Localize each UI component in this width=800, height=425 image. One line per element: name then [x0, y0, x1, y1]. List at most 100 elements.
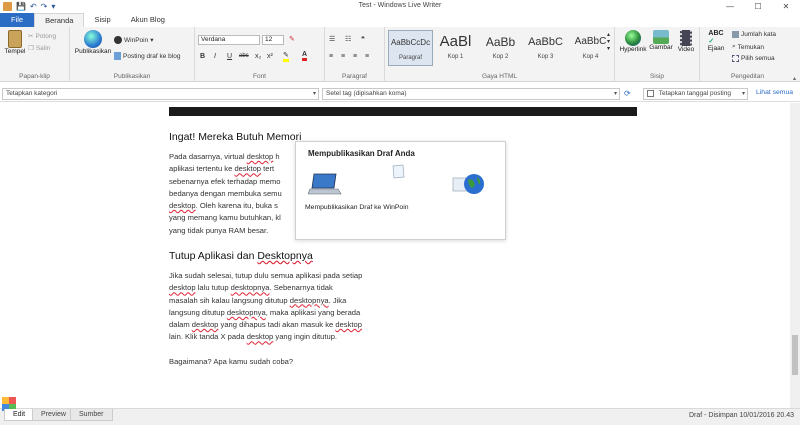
tab-edit-view[interactable]: Edit: [4, 409, 35, 421]
align-right-icon[interactable]: ≡: [353, 53, 357, 60]
clear-format-icon[interactable]: ✎: [289, 35, 295, 43]
highlight-icon[interactable]: ✎: [283, 51, 289, 62]
find-icon: ⌕: [732, 43, 736, 50]
style-heading-3[interactable]: AaBbC Kop 3: [523, 30, 568, 66]
video-button[interactable]: Video: [675, 30, 697, 53]
tags-input[interactable]: Setel tag (dipisahkan koma) ▾: [322, 88, 620, 100]
scrollbar-thumb[interactable]: [792, 335, 798, 375]
copy-button[interactable]: ❐ Salin: [28, 44, 50, 53]
underline-button[interactable]: U: [227, 53, 232, 60]
insert-group-label: Sisip: [649, 73, 665, 80]
spelling-button[interactable]: ABC ✓ Ejaan: [704, 30, 728, 52]
document-page-icon: [392, 164, 405, 179]
font-color-icon[interactable]: A: [302, 51, 308, 61]
see-all-link[interactable]: Lihat semua: [756, 89, 793, 96]
tab-insert[interactable]: Sisip: [84, 13, 120, 27]
article-paragraph-1: Pada dasarnya, virtual desktop h aplikas…: [169, 151, 282, 237]
align-center-icon[interactable]: ≡: [341, 53, 345, 60]
paste-label: Tempel: [4, 48, 26, 55]
globe-icon: [452, 174, 484, 194]
cut-button[interactable]: ✂ Potong: [28, 32, 56, 41]
bold-button[interactable]: B: [200, 53, 205, 60]
app-icon: [3, 2, 12, 11]
redo-icon[interactable]: ↷: [41, 2, 48, 12]
article-paragraph-2: Jika sudah selesai, tutup dulu semua apl…: [169, 270, 362, 344]
clipboard-group-label: Papan-klip: [19, 73, 50, 80]
select-all-button[interactable]: Pilih semua: [732, 55, 775, 62]
hyperlink-button[interactable]: Hyperlink: [618, 30, 648, 53]
publish-progress-dialog: Mempublikasikan Draf Anda Mempublikasika…: [295, 141, 506, 240]
group-editing: ABC ✓ Ejaan Jumlah kata ⌕ Temukan Pilih s…: [700, 27, 795, 82]
window-title: Test - Windows Live Writer: [358, 2, 442, 9]
post-date-field[interactable]: Tetapkan tanggal posting ▾: [643, 88, 748, 100]
quick-access-toolbar: 💾 ↶ ↷ ▾: [0, 2, 55, 12]
word-count-icon: [732, 31, 739, 38]
draft-status-text: Draf - Disimpan 10/01/2016 20.43: [688, 412, 794, 419]
numbered-list-icon[interactable]: ☷: [345, 35, 351, 43]
text-line: desktop lalu tutup desktopnya. Sebenarny…: [169, 283, 333, 293]
maximize-button[interactable]: ☐: [744, 0, 772, 13]
copy-icon: ❐: [28, 45, 34, 52]
font-size-select[interactable]: 12: [262, 35, 284, 45]
publish-label: Publikasikan: [74, 48, 112, 55]
ribbon-collapse-icon[interactable]: ▴: [793, 75, 796, 82]
style-heading-2[interactable]: AaBb Kop 2: [478, 30, 523, 66]
post-draft-button[interactable]: Posting draf ke blog: [114, 52, 180, 60]
article-heading-1: Ingat! Mereka Butuh Memori: [169, 131, 302, 143]
chevron-down-icon: ▾: [613, 91, 617, 97]
picture-button[interactable]: Gambar: [649, 30, 673, 51]
subscript-button[interactable]: x₂: [255, 53, 261, 60]
superscript-button[interactable]: x²: [267, 53, 273, 60]
font-family-select[interactable]: Verdana: [198, 35, 260, 45]
ribbon-tabs: File Beranda Sisip Akun Blog: [0, 13, 800, 27]
winpoin-icon: [114, 36, 122, 44]
picture-icon: [653, 30, 669, 44]
text-line: Pada dasarnya, virtual desktop h: [169, 152, 280, 161]
minimize-button[interactable]: —: [716, 0, 744, 13]
text-line: lain. Klik tanda X pada desktop yang ing…: [169, 332, 338, 342]
tab-home[interactable]: Beranda: [34, 13, 85, 27]
clipboard-icon: [8, 30, 22, 48]
blockquote-icon[interactable]: ❝: [361, 35, 365, 43]
save-icon[interactable]: 💾: [16, 2, 26, 12]
date-checkbox[interactable]: [647, 89, 654, 97]
customize-icon[interactable]: ▾: [51, 2, 55, 12]
bullet-list-icon[interactable]: ☰: [329, 35, 335, 43]
group-clipboard: Tempel ✂ Potong ❐ Salin Papan-klip: [0, 27, 70, 82]
tab-source-view[interactable]: Sumber: [70, 409, 113, 421]
embedded-screenshot-image: [169, 107, 637, 116]
strikethrough-button[interactable]: abc: [239, 53, 249, 59]
group-html-style: AaBbCcDc Paragraf AaBl Kop 1 AaBb Kop 2 …: [385, 27, 615, 82]
text-line: dalam desktop yang dihapus tadi akan mas…: [169, 320, 362, 330]
find-button[interactable]: ⌕ Temukan: [732, 43, 764, 51]
title-bar: 💾 ↶ ↷ ▾ Test - Windows Live Writer — ☐ ✕: [0, 0, 800, 13]
text-line: aplikasi tertentu ke desktop tert: [169, 164, 275, 174]
style-paragraph[interactable]: AaBbCcDc Paragraf: [388, 30, 433, 66]
post-properties-bar: Tetapkan kategori ▾ Setel tag (dipisahka…: [0, 86, 800, 102]
globe-icon: [84, 30, 102, 48]
justify-icon[interactable]: ≡: [365, 53, 369, 60]
undo-icon[interactable]: ↶: [30, 2, 37, 12]
chevron-down-icon: ▾: [741, 91, 745, 97]
window-controls: — ☐ ✕: [716, 0, 800, 13]
status-bar: Edit Preview Sumber Draf - Disimpan 10/0…: [0, 397, 800, 425]
paste-button[interactable]: Tempel: [4, 30, 26, 55]
align-left-icon[interactable]: ≡: [329, 53, 333, 60]
spellcheck-icon: ABC ✓: [708, 30, 724, 45]
globe-link-icon: [625, 30, 641, 46]
style-gallery-more-icon[interactable]: ▴ ▾ ▾: [607, 31, 610, 52]
style-heading-1[interactable]: AaBl Kop 1: [433, 30, 478, 66]
tab-file[interactable]: File: [0, 13, 35, 27]
italic-button[interactable]: I: [214, 53, 216, 60]
chevron-down-icon: ▾: [150, 37, 154, 44]
tab-blog-account[interactable]: Akun Blog: [121, 13, 175, 27]
select-all-icon: [732, 55, 739, 62]
vertical-scrollbar[interactable]: [790, 103, 800, 408]
close-button[interactable]: ✕: [772, 0, 800, 13]
blog-account-dropdown[interactable]: WinPoin ▾: [114, 36, 153, 44]
tab-preview-view[interactable]: Preview: [32, 409, 75, 421]
refresh-icon[interactable]: ⟳: [624, 89, 631, 98]
category-select[interactable]: Tetapkan kategori ▾: [2, 88, 319, 100]
publish-button[interactable]: Publikasikan: [73, 30, 113, 55]
word-count-button[interactable]: Jumlah kata: [732, 31, 776, 38]
